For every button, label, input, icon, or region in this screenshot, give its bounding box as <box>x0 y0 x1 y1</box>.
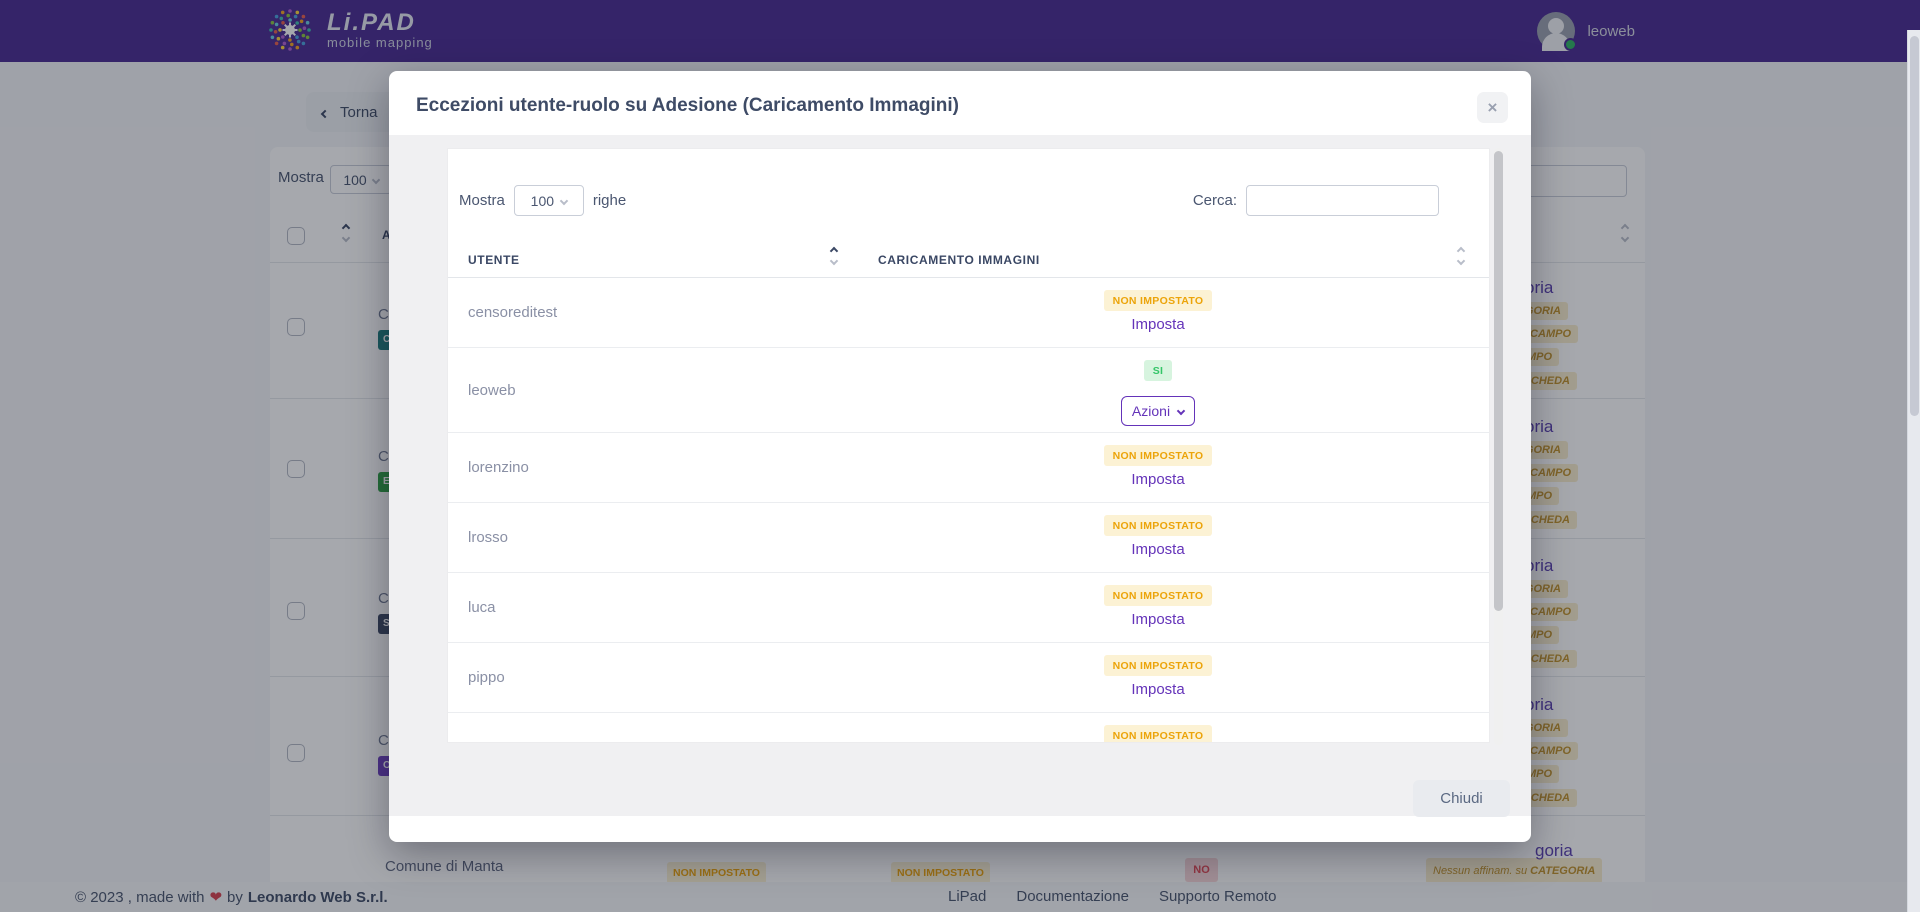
imposta-link[interactable]: Imposta <box>1131 681 1184 698</box>
exceptions-modal: Eccezioni utente-ruolo su Adesione (Cari… <box>389 71 1531 842</box>
status-badge: NON IMPOSTATO <box>1104 725 1213 743</box>
column-header-utente[interactable]: UTENTE <box>468 253 520 267</box>
status-badge: NON IMPOSTATO <box>1104 515 1213 536</box>
imposta-link[interactable]: Imposta <box>1131 471 1184 488</box>
username-cell: leoweb <box>468 348 516 432</box>
rows-label: righe <box>593 192 626 209</box>
status-badge: NON IMPOSTATO <box>1104 290 1213 311</box>
search-input[interactable] <box>1246 185 1439 216</box>
username-cell: lrosso <box>468 503 508 572</box>
page-scrollbar[interactable] <box>1907 30 1920 912</box>
status-cell: SI Azioni <box>1008 348 1308 432</box>
chiudi-button[interactable]: Chiudi <box>1413 780 1510 817</box>
user-role-row: pippo NON IMPOSTATO Imposta <box>448 643 1490 713</box>
modal-scrollbar[interactable] <box>1494 148 1503 745</box>
status-cell: NON IMPOSTATO Imposta <box>1008 433 1308 502</box>
azioni-label: Azioni <box>1132 403 1170 419</box>
user-role-row: leoweb SI Azioni <box>448 348 1490 433</box>
user-role-row: lrosso NON IMPOSTATO Imposta <box>448 503 1490 573</box>
table-header: UTENTE CARICAMENTO IMMAGINI <box>448 241 1490 278</box>
show-label: Mostra <box>459 192 505 209</box>
scrollbar-thumb[interactable] <box>1910 36 1919 416</box>
user-role-row: test NON IMPOSTATOImposta <box>448 713 1490 743</box>
chevron-down-icon <box>1177 407 1185 415</box>
status-cell: NON IMPOSTATO Imposta <box>1008 278 1308 347</box>
search-label: Cerca: <box>1193 192 1237 209</box>
table-body: censoreditestNON IMPOSTATOImpostaleowebS… <box>448 278 1490 743</box>
status-cell: NON IMPOSTATO Imposta <box>1008 643 1308 712</box>
rows-per-page-select[interactable]: 100 <box>514 185 584 216</box>
imposta-link[interactable]: Imposta <box>1131 316 1184 333</box>
status-cell: NON IMPOSTATO Imposta <box>1008 503 1308 572</box>
username-cell: luca <box>468 573 496 642</box>
sort-control[interactable] <box>1458 248 1464 264</box>
modal-body: Mostra 100 righe Cerca: UTENTE CARICAMEN… <box>389 135 1531 816</box>
sort-control[interactable] <box>831 248 837 264</box>
close-icon[interactable]: × <box>1477 92 1508 123</box>
modal-footer: Chiudi <box>389 816 1531 842</box>
username-cell: censoreditest <box>468 278 557 347</box>
azioni-dropdown[interactable]: Azioni <box>1121 396 1195 426</box>
username-cell: pippo <box>468 643 505 712</box>
modal-title: Eccezioni utente-ruolo su Adesione (Cari… <box>416 95 959 117</box>
status-badge: NON IMPOSTATO <box>1104 445 1213 466</box>
scrollbar-thumb[interactable] <box>1494 151 1503 611</box>
user-role-row: lorenzino NON IMPOSTATO Imposta <box>448 433 1490 503</box>
username-cell: lorenzino <box>468 433 529 502</box>
users-table-card: Mostra 100 righe Cerca: UTENTE CARICAMEN… <box>447 148 1490 743</box>
status-badge: SI <box>1144 360 1173 381</box>
column-header-caricamento[interactable]: CARICAMENTO IMMAGINI <box>878 253 1040 267</box>
user-role-row: censoreditest NON IMPOSTATO Imposta <box>448 278 1490 348</box>
chevron-down-icon <box>560 196 568 204</box>
imposta-link[interactable]: Imposta <box>1131 611 1184 628</box>
username-cell: test <box>468 713 492 743</box>
user-role-row: luca NON IMPOSTATO Imposta <box>448 573 1490 643</box>
status-cell: NON IMPOSTATOImposta <box>1008 713 1308 743</box>
status-cell: NON IMPOSTATO Imposta <box>1008 573 1308 642</box>
imposta-link[interactable]: Imposta <box>1131 541 1184 558</box>
status-badge: NON IMPOSTATO <box>1104 585 1213 606</box>
screen: Li.PAD mobile mapping leoweb Torna Mostr… <box>0 0 1920 912</box>
status-badge: NON IMPOSTATO <box>1104 655 1213 676</box>
